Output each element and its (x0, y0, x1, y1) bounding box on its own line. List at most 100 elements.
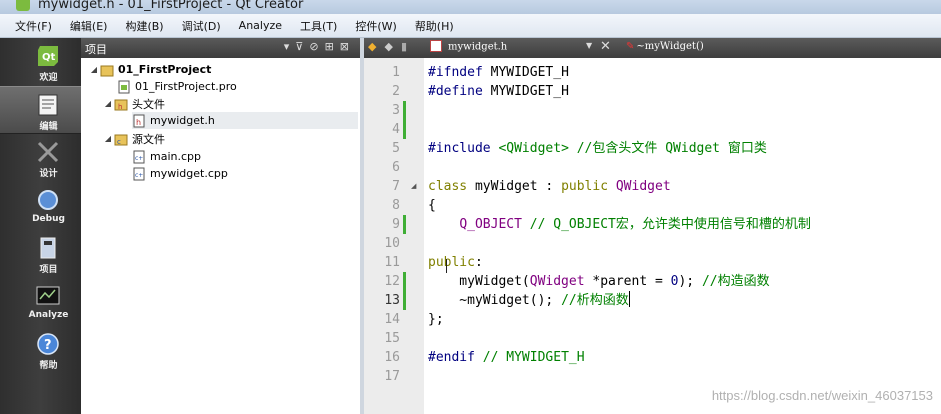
tree-item-header-file[interactable]: h mywidget.h (132, 112, 358, 129)
collapse-arrow-icon[interactable]: ◢ (102, 134, 114, 143)
modified-line-marker (403, 291, 406, 310)
lock-icon[interactable]: ▮ (401, 40, 415, 53)
editor-toolbar: ◆◆▮ mywidget.h ▼ ✕ ✎ ~myWidget() (364, 38, 941, 58)
tree-item-headers[interactable]: ◢ h 头文件 (102, 95, 165, 112)
menu-tools[interactable]: 工具(T) (291, 18, 346, 34)
forward-arrow-icon[interactable]: ◆ (384, 40, 400, 53)
mode-help-label: 帮助 (39, 361, 58, 371)
text-cursor (628, 291, 630, 307)
line-number: 1 (392, 65, 400, 80)
code-line[interactable]: #endif // MYWIDGET_H (428, 348, 585, 367)
header-file-icon: h (133, 114, 145, 127)
code-line[interactable]: #ifndef MYWIDGET_H (428, 63, 569, 82)
mode-projects[interactable]: 项目 (0, 230, 81, 278)
line-number: 7 (392, 179, 400, 194)
mode-welcome-label: 欢迎 (39, 73, 58, 83)
sources-folder-icon: c (114, 134, 128, 146)
line-number: 15 (384, 331, 400, 346)
nav-buttons: ◆◆▮ (368, 40, 415, 53)
menu-file[interactable]: 文件(F) (6, 18, 61, 34)
headers-folder-icon: h (114, 99, 128, 111)
link-icon[interactable]: ⊘ (309, 40, 324, 53)
menu-analyze[interactable]: Analyze (230, 19, 291, 32)
pro-file-icon (118, 80, 130, 93)
symbol-icon: ✎ (626, 41, 635, 52)
svg-text:h: h (118, 103, 122, 111)
project-panel-title: 项目 (85, 43, 107, 56)
menu-debug[interactable]: 调试(D) (173, 18, 230, 34)
qt-creator-app-icon (16, 0, 30, 11)
project-panel-tools: ▾⊽⊘⊞⊠ (284, 40, 355, 53)
watermark: https://blog.csdn.net/weixin_46037153 (711, 388, 933, 403)
tree-item-pro-file[interactable]: 01_FirstProject.pro (117, 78, 237, 95)
collapse-arrow-icon[interactable]: ◢ (102, 99, 114, 108)
mode-help[interactable]: ? 帮助 (0, 326, 81, 374)
tree-item-project[interactable]: ◢ 01_FirstProject (88, 61, 211, 78)
split-icon[interactable]: ⊞ (325, 40, 340, 53)
cpp-file-icon: c+ (133, 150, 145, 163)
open-file-selector[interactable]: mywidget.h (430, 40, 508, 53)
file-dropdown-icon[interactable]: ▼ (586, 41, 592, 50)
mode-analyze[interactable]: Analyze (0, 278, 81, 326)
close-panel-icon[interactable]: ⊠ (340, 40, 355, 53)
code-line[interactable]: { (428, 196, 436, 215)
filter-icon[interactable]: ⊽ (295, 40, 309, 53)
mode-design[interactable]: 设计 (0, 134, 81, 182)
line-number: 17 (384, 369, 400, 384)
tree-item-mywidget-cpp[interactable]: c+ mywidget.cpp (132, 165, 228, 182)
code-line[interactable]: #include <QWidget> //包含头文件 QWidget 窗口类 (428, 139, 767, 158)
line-number: 13 (384, 293, 400, 308)
code-line[interactable]: ~myWidget(); //析构函数 (428, 291, 630, 310)
tree-label-headers: 头文件 (132, 97, 165, 111)
mouse-ibeam-cursor (446, 259, 448, 273)
line-number: 5 (392, 141, 400, 156)
cpp-file-icon: c+ (133, 167, 145, 180)
mode-welcome[interactable]: Qt 欢迎 (0, 38, 81, 86)
mode-edit[interactable]: 编辑 (0, 86, 81, 134)
code-line[interactable]: class myWidget : public QWidget (428, 177, 671, 196)
debug-icon (38, 190, 58, 210)
open-file-name: mywidget.h (448, 41, 508, 53)
modified-line-marker (403, 215, 406, 234)
current-symbol: ~myWidget() (636, 41, 704, 52)
line-number: 14 (384, 312, 400, 327)
line-number: 2 (392, 84, 400, 99)
back-arrow-icon[interactable]: ◆ (368, 40, 384, 53)
code-line[interactable]: }; (428, 310, 444, 329)
analyze-icon (36, 286, 60, 305)
mode-analyze-label: Analyze (28, 310, 69, 320)
code-line[interactable]: #define MYWIDGET_H (428, 82, 569, 101)
menu-help[interactable]: 帮助(H) (406, 18, 463, 34)
project-icon (40, 237, 56, 259)
code-line[interactable]: Q_OBJECT // Q_OBJECT宏，允许类中使用信号和槽的机制 (428, 215, 811, 234)
tree-item-sources[interactable]: ◢ c 源文件 (102, 130, 165, 147)
project-panel-header: 项目 ▾⊽⊘⊞⊠ (81, 38, 361, 58)
tree-label-main-cpp: main.cpp (150, 150, 201, 163)
view-dropdown-icon[interactable]: ▾ (284, 40, 296, 53)
title-bar: mywidget.h - 01_FirstProject - Qt Creato… (0, 0, 941, 14)
fold-marker-icon[interactable]: ◢ (411, 182, 416, 190)
mode-design-label: 设计 (39, 169, 58, 179)
menu-build[interactable]: 构建(B) (116, 18, 172, 34)
tree-label-mywidget-cpp: mywidget.cpp (150, 167, 228, 180)
code-line[interactable]: public: (428, 253, 483, 272)
mode-selector: Qt 欢迎 编辑 设计 Debug 项目 Analyze ? 帮助 (0, 38, 81, 414)
tree-label-header-file: mywidget.h (150, 114, 215, 127)
tree-label-project: 01_FirstProject (118, 63, 212, 76)
mode-edit-label: 编辑 (39, 122, 58, 132)
menu-widgets[interactable]: 控件(W) (346, 18, 405, 34)
collapse-arrow-icon[interactable]: ◢ (88, 65, 100, 74)
tree-label-sources: 源文件 (132, 132, 165, 146)
modified-line-marker (403, 120, 406, 139)
close-file-icon[interactable]: ✕ (600, 39, 611, 54)
mode-debug[interactable]: Debug (0, 182, 81, 230)
line-number: 6 (392, 160, 400, 175)
design-icon (37, 141, 59, 163)
menu-edit[interactable]: 编辑(E) (61, 18, 117, 34)
tree-item-main-cpp[interactable]: c+ main.cpp (132, 148, 201, 165)
symbol-selector[interactable]: ✎ ~myWidget() (626, 41, 704, 52)
svg-text:c+: c+ (135, 172, 143, 179)
code-line[interactable]: myWidget(QWidget *parent = 0); //构造函数 (428, 272, 769, 291)
modified-line-marker (403, 272, 406, 291)
modified-line-marker (403, 101, 406, 120)
